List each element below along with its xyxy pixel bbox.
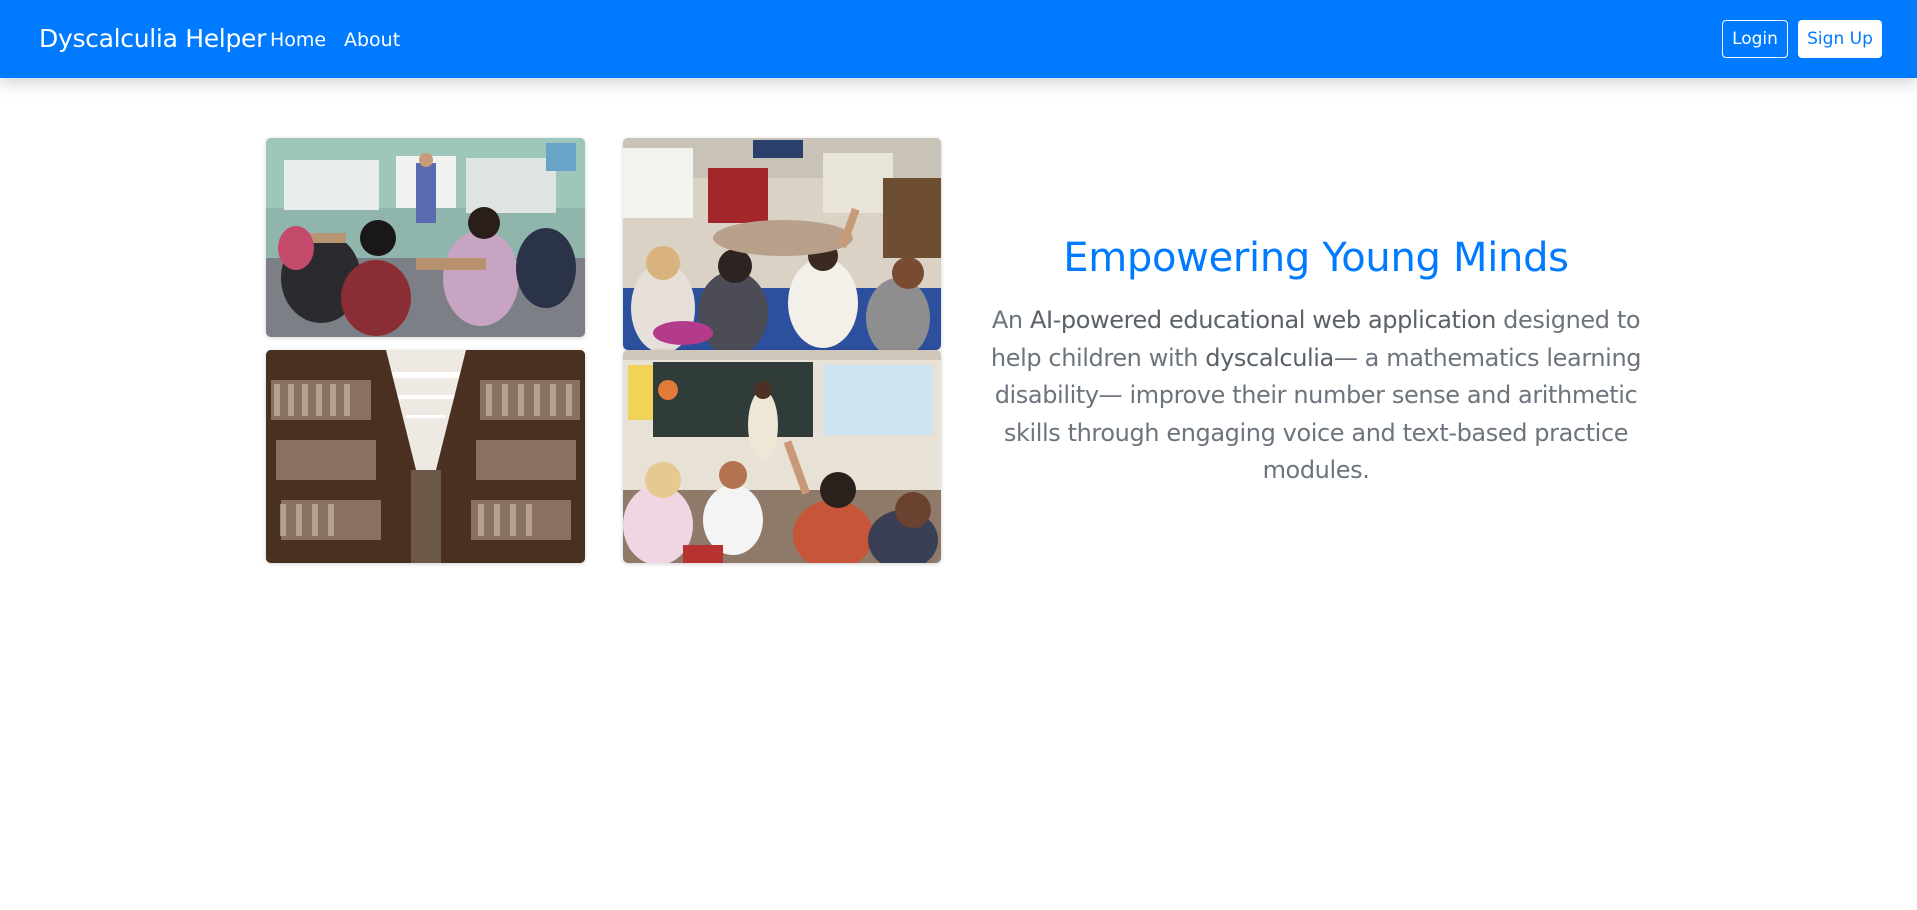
nav-link-home[interactable]: Home	[270, 28, 326, 52]
signup-button[interactable]: Sign Up	[1798, 20, 1882, 58]
hero-text-part-1: An	[991, 306, 1030, 334]
children-raising-hands-photo	[623, 138, 941, 350]
brand-logo-text[interactable]: Dyscalculia Helper	[39, 24, 266, 54]
hero-description: An AI-powered educational web applicatio…	[970, 302, 1662, 490]
hero-section: Empowering Young Minds An AI-powered edu…	[970, 230, 1662, 490]
teacher-chalkboard-classroom-photo	[623, 350, 941, 563]
nav-link-about[interactable]: About	[344, 28, 400, 52]
hero-title: Empowering Young Minds	[1063, 235, 1569, 281]
library-bookshelves-photo	[266, 350, 585, 563]
navbar: Dyscalculia Helper Home About Login Sign…	[0, 0, 1917, 78]
hero-highlight-dyscalculia: dyscalculia	[1205, 343, 1334, 372]
classroom-students-teacher-photo	[266, 138, 585, 337]
hero-highlight-ai-app: AI-powered educational web application	[1029, 306, 1496, 334]
login-button[interactable]: Login	[1722, 20, 1788, 58]
